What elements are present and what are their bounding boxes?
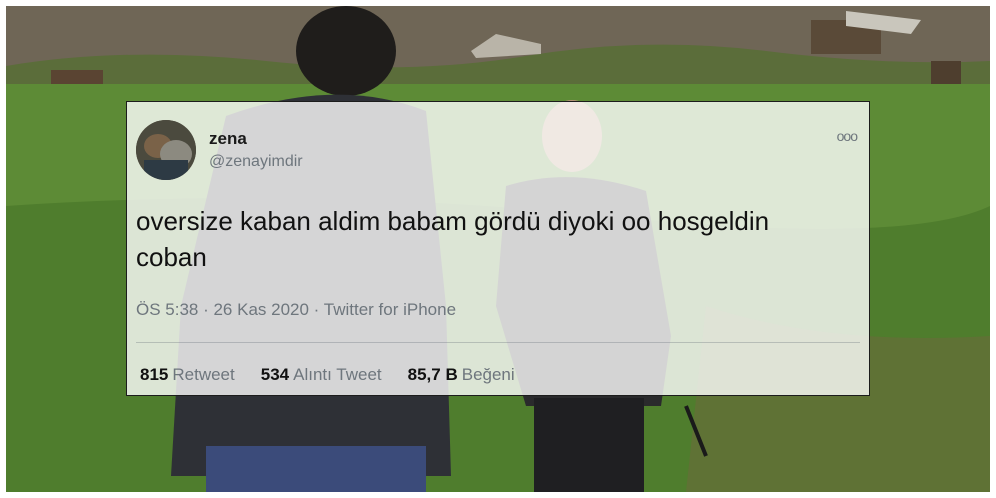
like-stat[interactable]: 85,7 B Beğeni xyxy=(408,365,515,385)
avatar[interactable] xyxy=(136,120,196,180)
divider xyxy=(136,342,860,343)
avatar-image xyxy=(136,120,196,180)
retweet-stat[interactable]: 815 Retweet xyxy=(140,365,235,385)
tweet-text: oversize kaban aldim babam gördü diyoki … xyxy=(136,203,856,275)
tweet-card[interactable]: zena @zenayimdir ooo oversize kaban aldi… xyxy=(126,101,870,396)
user-name[interactable]: zena xyxy=(209,129,247,149)
user-handle[interactable]: @zenayimdir xyxy=(209,153,303,171)
quote-tweet-stat[interactable]: 534 Alıntı Tweet xyxy=(261,365,382,385)
tweet-text-line-2: coban xyxy=(136,242,207,272)
tweet-stats: 815 Retweet 534 Alıntı Tweet 85,7 B Beğeni xyxy=(140,365,515,385)
quote-tweet-label: Alıntı Tweet xyxy=(293,365,382,384)
tweet-text-line-1: oversize kaban aldim babam gördü diyoki … xyxy=(136,206,770,236)
more-options-icon[interactable]: ooo xyxy=(837,128,858,144)
like-label: Beğeni xyxy=(461,365,515,384)
like-count: 85,7 B xyxy=(407,365,458,384)
retweet-count: 815 xyxy=(140,365,169,384)
quote-tweet-count: 534 xyxy=(260,365,290,384)
tweet-timestamp[interactable]: ÖS 5:38 · 26 Kas 2020 · Twitter for iPho… xyxy=(136,300,456,320)
retweet-label: Retweet xyxy=(172,365,235,384)
